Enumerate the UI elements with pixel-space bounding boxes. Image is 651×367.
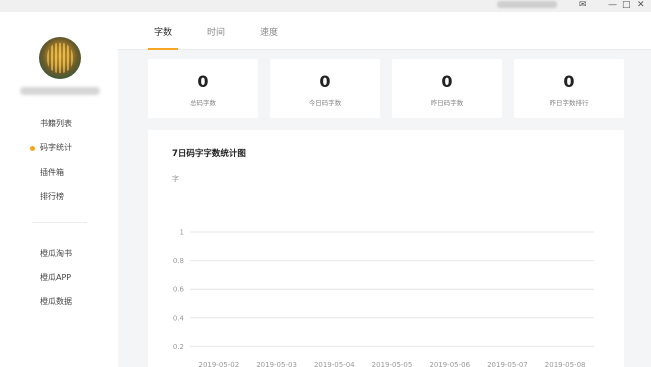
stat-card-yesterday: 0 昨日码字数 <box>392 59 502 118</box>
stat-label: 昨日字数排行 <box>549 99 589 107</box>
word-count-chart: 00.20.40.60.812019-05-022019-05-032019-0… <box>173 229 594 367</box>
chart-card: 7日码字字数统计图 字 00.20.40.60.812019-05-022019… <box>148 130 624 367</box>
stat-value: 0 <box>197 72 209 91</box>
sidebar-link-taoshu[interactable]: 橙瓜淘书 <box>40 249 72 259</box>
sidebar-item-rankings[interactable]: 排行榜 <box>40 192 64 202</box>
tab-time[interactable]: 时间 <box>207 25 225 38</box>
y-tick-label: 0.4 <box>173 314 185 322</box>
stat-label: 昨日码字数 <box>430 99 464 107</box>
sidebar-item-writing-stats[interactable]: 码字统计 <box>40 143 72 153</box>
x-tick-label: 2019-05-02 <box>199 361 240 367</box>
y-tick-label: 0.6 <box>173 286 185 294</box>
username <box>20 87 100 95</box>
sidebar-item-book-list[interactable]: 书籍列表 <box>40 119 72 129</box>
stat-label: 今日码字数 <box>308 99 342 107</box>
avatar[interactable] <box>39 37 81 79</box>
x-tick-label: 2019-05-05 <box>372 361 413 367</box>
stat-label: 总码字数 <box>190 99 216 107</box>
sidebar: 书籍列表 码字统计 插件箱 排行榜 橙瓜淘书 橙瓜APP 橙瓜数据 <box>0 12 118 367</box>
y-tick-label: 1 <box>180 229 184 237</box>
main-content: 字数 时间 速度 0 总码字数 0 今日码字数 0 昨日码字数 0 昨日字数排行… <box>118 12 651 367</box>
active-tab-underline <box>148 48 178 50</box>
sidebar-divider <box>32 222 87 223</box>
stat-value: 0 <box>563 72 575 91</box>
stat-card-total: 0 总码字数 <box>148 59 258 118</box>
titlebar-username <box>497 1 557 8</box>
close-icon[interactable]: ✕ <box>637 0 645 10</box>
stat-value: 0 <box>319 72 331 91</box>
y-tick-label: 0.8 <box>173 257 184 265</box>
active-indicator-dot <box>30 146 35 151</box>
sidebar-item-plugin-box[interactable]: 插件箱 <box>40 168 64 178</box>
x-tick-label: 2019-05-06 <box>429 361 470 367</box>
stat-value: 0 <box>441 72 453 91</box>
stat-card-today: 0 今日码字数 <box>270 59 380 118</box>
x-tick-label: 2019-05-04 <box>314 361 355 367</box>
tab-speed[interactable]: 速度 <box>260 25 278 38</box>
mail-icon[interactable]: ✉ <box>579 0 587 10</box>
maximize-icon[interactable]: □ <box>622 0 631 10</box>
x-tick-label: 2019-05-07 <box>487 361 528 367</box>
x-tick-label: 2019-05-03 <box>256 361 297 367</box>
sidebar-link-app[interactable]: 橙瓜APP <box>40 273 71 283</box>
tab-bar: 字数 时间 速度 <box>118 12 651 50</box>
title-bar: ✉ — □ ✕ <box>0 0 651 12</box>
sidebar-link-data[interactable]: 橙瓜数据 <box>40 297 72 307</box>
x-tick-label: 2019-05-08 <box>545 361 586 367</box>
tab-word-count[interactable]: 字数 <box>154 25 172 38</box>
y-tick-label: 0.2 <box>173 343 184 351</box>
minimize-icon[interactable]: — <box>608 0 617 10</box>
stat-card-yesterday-rank: 0 昨日字数排行 <box>514 59 624 118</box>
